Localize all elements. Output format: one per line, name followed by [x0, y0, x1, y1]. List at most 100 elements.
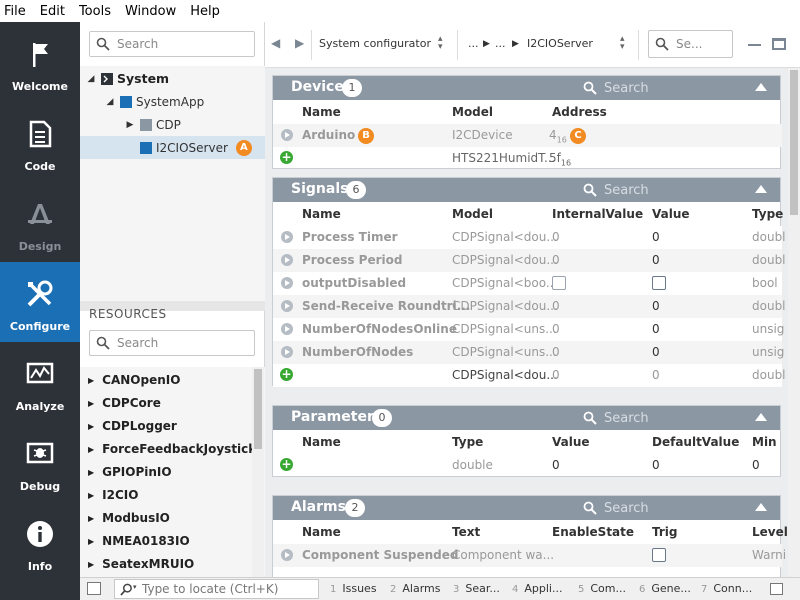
- resource-item[interactable]: ▶ ForceFeedbackJoystick: [88, 442, 256, 456]
- status-tab-search[interactable]: 3 Sear...: [453, 582, 500, 595]
- parameter-value: 0: [552, 458, 560, 472]
- resource-item[interactable]: ▶ CDPCore: [88, 396, 161, 410]
- signal-model: CDPSignal<boo...: [452, 276, 558, 290]
- play-icon[interactable]: [281, 323, 293, 335]
- nav-welcome[interactable]: Welcome: [0, 22, 80, 102]
- signal-value[interactable]: 0: [652, 322, 660, 336]
- collapse-icon[interactable]: [755, 83, 767, 91]
- panel-search-placeholder[interactable]: Search: [604, 183, 649, 198]
- breadcrumb-configurator[interactable]: System configurator: [319, 37, 431, 50]
- resource-item[interactable]: ▶ NMEA0183IO: [88, 534, 190, 548]
- play-icon[interactable]: [281, 300, 293, 312]
- nav-analyze[interactable]: Analyze: [0, 342, 80, 422]
- menu-window[interactable]: Window: [125, 4, 176, 19]
- panel-search-placeholder[interactable]: Search: [604, 411, 649, 426]
- panel-search-placeholder[interactable]: Search: [604, 501, 649, 516]
- trig-checkbox[interactable]: [652, 548, 666, 562]
- collapse-icon[interactable]: [755, 413, 767, 421]
- status-tab-application[interactable]: 4 Appli...: [512, 582, 562, 595]
- tree-node-systemapp[interactable]: ◢ SystemApp: [80, 90, 265, 113]
- resources-search-input[interactable]: Search: [89, 330, 255, 356]
- tree-label: SystemApp: [136, 94, 205, 109]
- expand-arrow-icon[interactable]: ▶: [124, 120, 136, 130]
- toggle-panel-icon[interactable]: [770, 583, 783, 595]
- menu-tools[interactable]: Tools: [79, 4, 111, 19]
- alarms-panel-header[interactable]: Alarms 2 Search: [273, 496, 780, 520]
- play-icon[interactable]: [281, 254, 293, 266]
- signal-type: bool: [752, 276, 778, 290]
- dropdown-icon[interactable]: ▴ ▾: [438, 35, 443, 52]
- tree-label: CDP: [156, 117, 181, 132]
- status-tab-alarms[interactable]: 2 Alarms: [390, 582, 440, 595]
- scrollbar-thumb[interactable]: [790, 70, 798, 215]
- menu-file[interactable]: File: [4, 4, 26, 19]
- menu-help[interactable]: Help: [190, 4, 220, 19]
- parameters-panel-header[interactable]: Parameters 0 Search: [273, 406, 780, 430]
- tree-node-i2cioserver[interactable]: I2CIOServer A: [80, 136, 265, 159]
- search-icon[interactable]: [583, 183, 597, 197]
- play-icon[interactable]: [281, 277, 293, 289]
- breadcrumb-i2cioserver[interactable]: I2CIOServer: [527, 37, 593, 50]
- maximize-icon[interactable]: [772, 38, 786, 50]
- forward-arrow-icon[interactable]: ▶: [295, 36, 304, 50]
- play-icon[interactable]: [281, 129, 293, 141]
- nav-info[interactable]: Info: [0, 502, 80, 582]
- status-tab-compile[interactable]: 5 Com...: [578, 582, 626, 595]
- scrollbar-thumb[interactable]: [254, 369, 262, 449]
- search-icon[interactable]: [583, 411, 597, 425]
- search-icon[interactable]: [583, 81, 597, 95]
- collapse-icon[interactable]: [755, 185, 767, 193]
- signal-value[interactable]: 0: [652, 345, 660, 359]
- breadcrumb-ellipsis[interactable]: ...: [468, 37, 479, 50]
- panel-title: Parameters: [291, 409, 383, 425]
- menu-edit[interactable]: Edit: [40, 4, 65, 19]
- nav-debug[interactable]: Debug: [0, 422, 80, 502]
- locate-input[interactable]: ▾ Type to locate (Ctrl+K): [114, 579, 319, 599]
- nav-configure[interactable]: Configure: [0, 262, 80, 342]
- resource-item[interactable]: ▶ CDPLogger: [88, 419, 177, 433]
- add-device-icon[interactable]: +: [280, 151, 293, 164]
- device-panel-header[interactable]: Device 1 Search: [273, 76, 780, 100]
- resource-item[interactable]: ▶ I2CIO: [88, 488, 138, 502]
- add-parameter-icon[interactable]: +: [280, 458, 293, 471]
- tree-node-system[interactable]: ◢ System: [80, 67, 265, 90]
- play-icon[interactable]: [281, 231, 293, 243]
- signal-value[interactable]: 0: [652, 299, 660, 313]
- resource-item[interactable]: ▶ CANOpenIO: [88, 373, 180, 387]
- value-checkbox[interactable]: [652, 276, 666, 290]
- expand-arrow-icon[interactable]: ◢: [104, 97, 116, 107]
- signal-value[interactable]: 0: [652, 230, 660, 244]
- play-icon[interactable]: [281, 549, 293, 561]
- resource-item[interactable]: ▶ GPIOPinIO: [88, 465, 172, 479]
- editor-search-input[interactable]: Se...: [648, 30, 733, 58]
- nav-design[interactable]: Design: [0, 182, 80, 262]
- editor-scrollbar[interactable]: [788, 68, 800, 577]
- parameter-min: 0: [752, 458, 760, 472]
- dropdown-icon[interactable]: ▴ ▾: [620, 35, 625, 52]
- nav-code[interactable]: Code: [0, 102, 80, 182]
- resources-scrollbar[interactable]: [252, 367, 264, 577]
- resource-item[interactable]: ▶ ModbusIO: [88, 511, 170, 525]
- status-tab-connection[interactable]: 7 Conn...: [701, 582, 752, 595]
- tree-node-cdp[interactable]: ▶ CDP: [80, 113, 265, 136]
- breadcrumb-ellipsis[interactable]: ...: [495, 37, 506, 50]
- status-tab-general[interactable]: 6 Gene...: [639, 582, 691, 595]
- search-icon: [96, 336, 110, 350]
- search-icon[interactable]: [583, 501, 597, 515]
- tree-label: System: [117, 71, 170, 86]
- panel-search-placeholder[interactable]: Search: [604, 81, 649, 96]
- resources-title: RESOURCES: [89, 307, 167, 321]
- back-arrow-icon[interactable]: ◀: [271, 36, 280, 50]
- expand-arrow-icon[interactable]: ◢: [85, 74, 97, 84]
- toggle-sidebar-icon[interactable]: [87, 582, 101, 595]
- collapse-icon[interactable]: [755, 503, 767, 511]
- add-signal-icon[interactable]: +: [280, 368, 293, 381]
- signals-panel-header[interactable]: Signals 6 Search: [273, 178, 780, 202]
- play-icon[interactable]: [281, 346, 293, 358]
- signal-value[interactable]: 0: [652, 253, 660, 267]
- status-tab-issues[interactable]: 1 Issues: [330, 582, 377, 595]
- resource-item[interactable]: ▶ SeatexMRUIO: [88, 557, 194, 571]
- project-search-input[interactable]: Search: [89, 31, 255, 57]
- signal-model[interactable]: CDPSignal<dou...: [452, 368, 558, 382]
- minimize-icon[interactable]: [748, 44, 761, 46]
